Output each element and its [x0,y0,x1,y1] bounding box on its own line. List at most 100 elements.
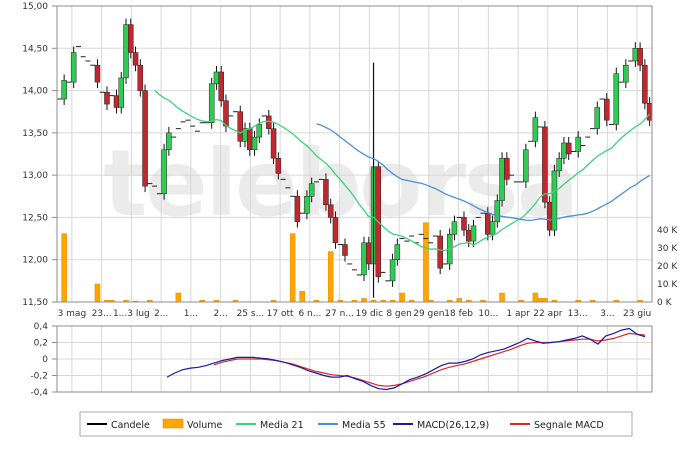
candle-body [327,204,334,218]
candle-body [70,52,77,83]
volume-tick-label: 10 K [657,280,678,290]
candle-body [275,157,282,174]
candle-body [223,100,229,127]
legend-swatch [162,418,184,429]
price-y-axis: 15,00 14,50 14,00 13,50 13,00 12,50 12,00 11,50 [22,2,48,308]
macd-tick-label: 0 [42,355,48,365]
candle-body [465,229,472,242]
x-tick-label: 13... [568,309,588,319]
macd-tick-label: -0,4 [30,388,48,398]
price-tick-label: 12,00 [22,256,48,266]
macd-tick-label: 0,2 [34,339,48,349]
candle-body [565,142,572,155]
volume-bar [499,292,505,303]
candle-body [294,196,301,222]
candle-body [237,111,244,142]
candle-body [532,117,539,142]
x-tick-label: 23... [92,309,112,319]
candle-body [270,128,277,159]
candle-body [342,244,348,256]
x-tick-label: 6 n... [298,309,321,319]
legend: Candele Volume Media 21 Media 55 MACD(26,12,… [79,411,633,437]
candle-body [389,259,396,282]
macd-tick-label: 0,4 [34,322,49,332]
legend-label: MACD(26,12,9) [417,420,489,431]
candle-body [213,71,220,85]
x-tick-label: 3 mag [58,309,87,319]
price-tick-label: 14,00 [22,87,48,97]
candle-body [594,107,601,129]
candle-body [323,179,329,205]
candle-body [499,157,505,201]
x-tick-label: 19 dic [356,309,384,319]
candle-body [104,92,110,105]
candle-body [142,90,148,187]
volume-tick-label: 20 K [657,262,678,272]
x-tick-label: 8 gen [386,309,412,319]
volume-tick-label: 30 K [657,244,678,254]
x-tick-label: 1...3 lug [113,309,150,319]
price-tick-label: 14,50 [22,44,48,54]
x-tick-label: 3... [600,309,614,319]
volume-bar [94,283,101,303]
volume-bar [542,298,548,303]
volume-bar [532,292,539,303]
price-tick-label: 11,50 [22,298,48,308]
candle-body [485,212,491,235]
candle-body [542,126,548,203]
volume-bar [399,292,405,303]
price-tick-label: 13,00 [22,171,48,181]
volume-bar [456,298,462,303]
candle-body [613,73,620,125]
candle-body [556,157,562,172]
x-tick-label: 29 gen [413,309,444,319]
candle-body [123,24,129,79]
x-tick-label: 2... [213,309,227,319]
candle-body [137,64,144,91]
candle-body [551,170,558,231]
price-tick-label: 12,50 [22,213,48,223]
x-tick-label: 10... [478,309,498,319]
legend-label: Candele [111,420,150,431]
candle-body [256,124,263,138]
x-tick-label: 25 s... [237,309,265,319]
volume-bar [361,298,367,303]
candle-body [451,221,458,235]
volume-bar [537,298,543,303]
stock-chart: teleborsa 15,00 14,50 14,00 13,50 13,00 12,50 1… [0,0,700,451]
legend-label: Media 55 [342,420,386,431]
x-tick-label: 2... [154,309,168,319]
candle-body [561,142,567,159]
legend-label: Segnale MACD [534,420,604,431]
price-tick-label: 15,00 [22,2,48,12]
candle-body [623,64,629,83]
x-tick-label: 22 apr [533,309,563,319]
candle-body [575,136,581,152]
signal-line [213,332,646,387]
x-axis: 3 mag 23... 1...3 lug 2... 1... 2... 25 s... 17… [58,309,652,319]
x-tick-label: 1... [184,309,198,319]
x-tick-label: 1 apr [506,309,530,319]
candle-body [632,48,639,62]
candle-body [366,242,372,265]
volume-bar [327,251,334,303]
candle-body [161,149,167,194]
legend-label: Media 21 [260,420,304,431]
candle-body [251,136,258,151]
volume-bar [299,290,305,303]
candle-body [394,244,401,260]
volume-bar [289,233,296,303]
volume-bar [175,292,182,303]
chart-svg: teleborsa15,0014,5014,0013,5013,0012,501… [22,2,678,437]
candle-body [504,157,510,180]
volume-tick-label: 0 K [657,298,673,308]
candle-body [523,149,529,183]
candle-body [113,95,120,108]
x-tick-label: 27 n... [325,309,354,319]
candle-body [132,52,139,66]
legend-label: Volume [187,420,222,431]
candle-body [546,201,553,231]
candle-body [604,98,610,121]
macd-tick-label: -0,2 [30,372,48,382]
candle-body [304,196,310,214]
